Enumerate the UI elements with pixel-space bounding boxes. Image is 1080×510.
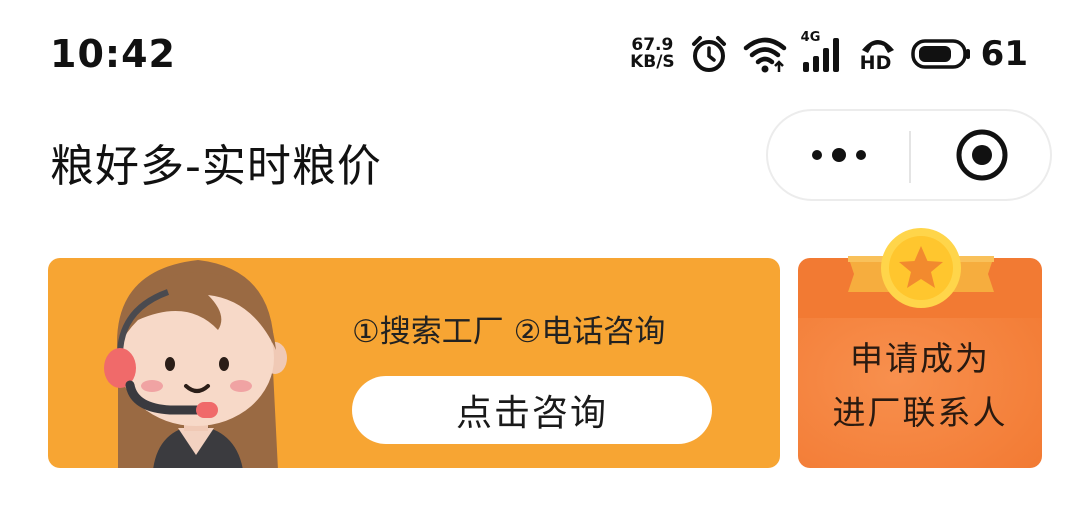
star-medal-icon	[848, 228, 994, 308]
battery-percent: 61	[980, 34, 1028, 74]
more-dots-icon	[811, 148, 866, 162]
customer-service-agent-illustration	[104, 260, 287, 468]
wifi-icon	[743, 37, 786, 73]
apply-contact-line1: 申请成为	[850, 339, 990, 378]
status-time: 10:42	[50, 32, 176, 76]
consult-steps-text: ①搜索工厂 ②电话咨询	[352, 314, 666, 350]
page-title: 粮好多-实时粮价	[50, 141, 382, 192]
apply-contact-line2: 进厂联系人	[832, 393, 1008, 432]
hd-label: HD	[859, 52, 892, 74]
target-circle-icon	[956, 129, 1007, 181]
apply-contact-text: 申请成为 进厂联系人	[798, 332, 1042, 440]
consult-banner[interactable]: ①搜索工厂 ②电话咨询 点击咨询	[48, 258, 780, 468]
status-bar: 10:42 67.9 KB/S 4G HD 61	[0, 0, 1080, 100]
network-speed: 67.9 KB/S	[630, 37, 675, 71]
network-speed-unit: KB/S	[630, 52, 675, 72]
close-mini-program-button[interactable]	[911, 111, 1052, 199]
more-menu-button[interactable]	[768, 111, 909, 199]
mini-program-capsule	[766, 109, 1052, 201]
hd-call-indicator: HD	[859, 34, 897, 74]
consult-button[interactable]: 点击咨询	[352, 376, 712, 444]
status-icons: 67.9 KB/S 4G HD 61	[630, 30, 1028, 78]
alarm-icon	[691, 36, 726, 72]
battery-icon	[910, 39, 970, 69]
signal-bars-icon	[802, 38, 839, 72]
cellular-signal: 4G	[801, 30, 845, 74]
